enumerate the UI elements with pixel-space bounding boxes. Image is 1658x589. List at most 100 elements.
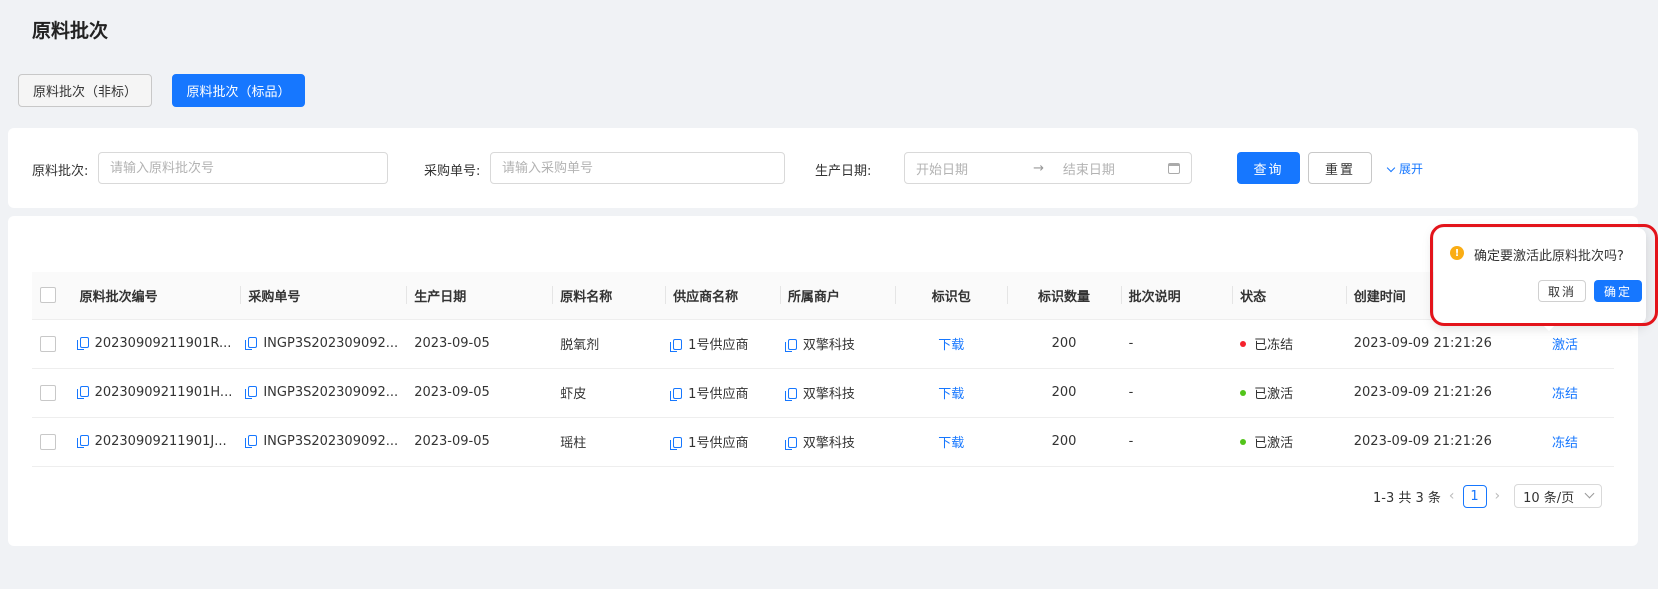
batch-input[interactable] (98, 152, 388, 184)
download-link[interactable]: 下载 (938, 387, 964, 402)
row-checkbox[interactable] (40, 433, 56, 450)
row-checkbox[interactable] (40, 335, 56, 352)
tab-standard[interactable]: 原料批次（标品） (172, 74, 305, 107)
end-date-input[interactable]: 结束日期 (1063, 159, 1168, 178)
copy-icon[interactable] (784, 437, 797, 450)
download-link[interactable]: 下载 (938, 436, 964, 451)
download-link[interactable]: 下载 (938, 338, 964, 353)
date-range-picker[interactable]: 开始日期 → 结束日期 (904, 152, 1192, 184)
col-batch-no: 原料批次编号 (71, 272, 241, 320)
table-row: 20230909211901R... INGP3S202309092... 20… (32, 319, 1614, 369)
col-po: 采购单号 (240, 272, 407, 320)
status-text: 已激活 (1254, 436, 1294, 451)
col-supplier: 供应商名称 (665, 272, 780, 320)
pkg-cell: 下载 (895, 417, 1008, 467)
table-header-row: 原料批次编号 采购单号 生产日期 原料名称 供应商名称 所属商户 标识包 标识数… (32, 272, 1614, 320)
page-1-button[interactable]: 1 (1462, 484, 1487, 508)
query-button[interactable]: 查询 (1237, 152, 1300, 184)
desc-cell: - (1120, 368, 1233, 418)
status-dot (1240, 341, 1247, 347)
activate-link[interactable]: 激活 (1552, 338, 1578, 353)
copy-icon[interactable] (76, 386, 89, 399)
tab-non-standard[interactable]: 原料批次（非标） (18, 74, 152, 107)
supplier-cell: 1号供应商 (665, 417, 780, 467)
status-dot (1240, 439, 1247, 445)
supplier-cell: 1号供应商 (665, 368, 780, 418)
batch-no-cell: 20230909211901J... (71, 417, 241, 467)
copy-icon[interactable] (76, 337, 89, 350)
po-cell: INGP3S202309092... (240, 368, 407, 418)
merchant-cell: 双擎科技 (779, 368, 896, 418)
batch-no: 20230909211901R... (94, 336, 232, 351)
desc-cell: - (1120, 417, 1233, 467)
select-all-checkbox[interactable] (40, 287, 56, 304)
action-cell: 冻结 (1515, 417, 1614, 467)
copy-icon[interactable] (670, 339, 683, 352)
copy-icon[interactable] (245, 435, 258, 448)
batch-no-cell: 20230909211901R... (71, 319, 241, 369)
po-input[interactable] (490, 152, 785, 184)
start-date-input[interactable]: 开始日期 (916, 159, 1033, 178)
col-pkg: 标识包 (895, 272, 1008, 320)
merchant-name: 双擎科技 (802, 387, 855, 402)
action-cell: 冻结 (1515, 368, 1614, 418)
po-no: INGP3S202309092... (263, 385, 399, 400)
reset-button[interactable]: 重置 (1308, 152, 1372, 184)
batch-no: 20230909211901H... (94, 385, 233, 400)
page-size-value: 10 条/页 (1523, 490, 1575, 506)
copy-icon[interactable] (784, 339, 797, 352)
row-select-cell (32, 319, 72, 369)
po-no: INGP3S202309092... (263, 336, 399, 351)
range-arrow-icon: → (1033, 160, 1044, 176)
pagination-summary: 1-3 共 3 条 (1373, 490, 1441, 506)
copy-icon[interactable] (245, 337, 258, 350)
date-cell: 2023-09-05 (406, 417, 553, 467)
created-cell: 2023-09-09 21:21:26 (1345, 368, 1516, 418)
col-merchant: 所属商户 (779, 272, 896, 320)
copy-icon[interactable] (245, 386, 258, 399)
calendar-icon (1168, 162, 1180, 174)
freeze-link[interactable]: 冻结 (1552, 387, 1578, 402)
po-cell: INGP3S202309092... (240, 417, 407, 467)
copy-icon[interactable] (784, 388, 797, 401)
batch-table: 原料批次编号 采购单号 生产日期 原料名称 供应商名称 所属商户 标识包 标识数… (32, 272, 1614, 467)
page-title: 原料批次 (32, 20, 109, 42)
table-row: 20230909211901J... INGP3S202309092... 20… (32, 417, 1614, 467)
popconfirm-cancel-button[interactable]: 取消 (1538, 280, 1586, 302)
merchant-name: 双擎科技 (802, 436, 855, 451)
next-page-icon[interactable]: › (1495, 488, 1501, 504)
merchant-name: 双擎科技 (802, 338, 855, 353)
po-label: 采购单号: (424, 164, 481, 179)
page-size-select[interactable]: 10 条/页 (1514, 484, 1603, 508)
chevron-down-icon (1386, 163, 1396, 173)
row-select-cell (32, 417, 72, 467)
prev-page-icon[interactable]: ‹ (1449, 488, 1455, 504)
freeze-link[interactable]: 冻结 (1552, 436, 1578, 451)
copy-icon[interactable] (76, 435, 89, 448)
supplier-name: 1号供应商 (688, 338, 749, 353)
col-date: 生产日期 (406, 272, 553, 320)
popconfirm-message: 确定要激活此原料批次吗? (1474, 249, 1624, 264)
qty-cell: 200 (1007, 417, 1121, 467)
popconfirm-ok-button[interactable]: 确定 (1594, 280, 1642, 302)
table-row: 20230909211901H... INGP3S202309092... 20… (32, 368, 1614, 418)
name-cell: 虾皮 (552, 368, 666, 418)
name-cell: 脱氧剂 (552, 319, 666, 369)
row-checkbox[interactable] (40, 384, 56, 401)
status-cell: 已冻结 (1232, 319, 1346, 369)
status-text: 已激活 (1254, 387, 1294, 402)
merchant-cell: 双擎科技 (779, 417, 896, 467)
status-cell: 已激活 (1232, 417, 1346, 467)
expand-toggle[interactable]: 展开 (1386, 160, 1423, 177)
chevron-down-icon (1584, 488, 1595, 498)
col-qty: 标识数量 (1007, 272, 1121, 320)
name-cell: 瑶柱 (552, 417, 666, 467)
supplier-name: 1号供应商 (688, 436, 749, 451)
qty-cell: 200 (1007, 368, 1121, 418)
copy-icon[interactable] (670, 388, 683, 401)
supplier-name: 1号供应商 (688, 387, 749, 402)
pagination: 1-3 共 3 条 ‹ 1 › 10 条/页 (1373, 484, 1603, 508)
activate-popconfirm: ! 确定要激活此原料批次吗? 取消 确定 (1434, 228, 1646, 332)
created-cell: 2023-09-09 21:21:26 (1345, 319, 1516, 369)
copy-icon[interactable] (670, 437, 683, 450)
